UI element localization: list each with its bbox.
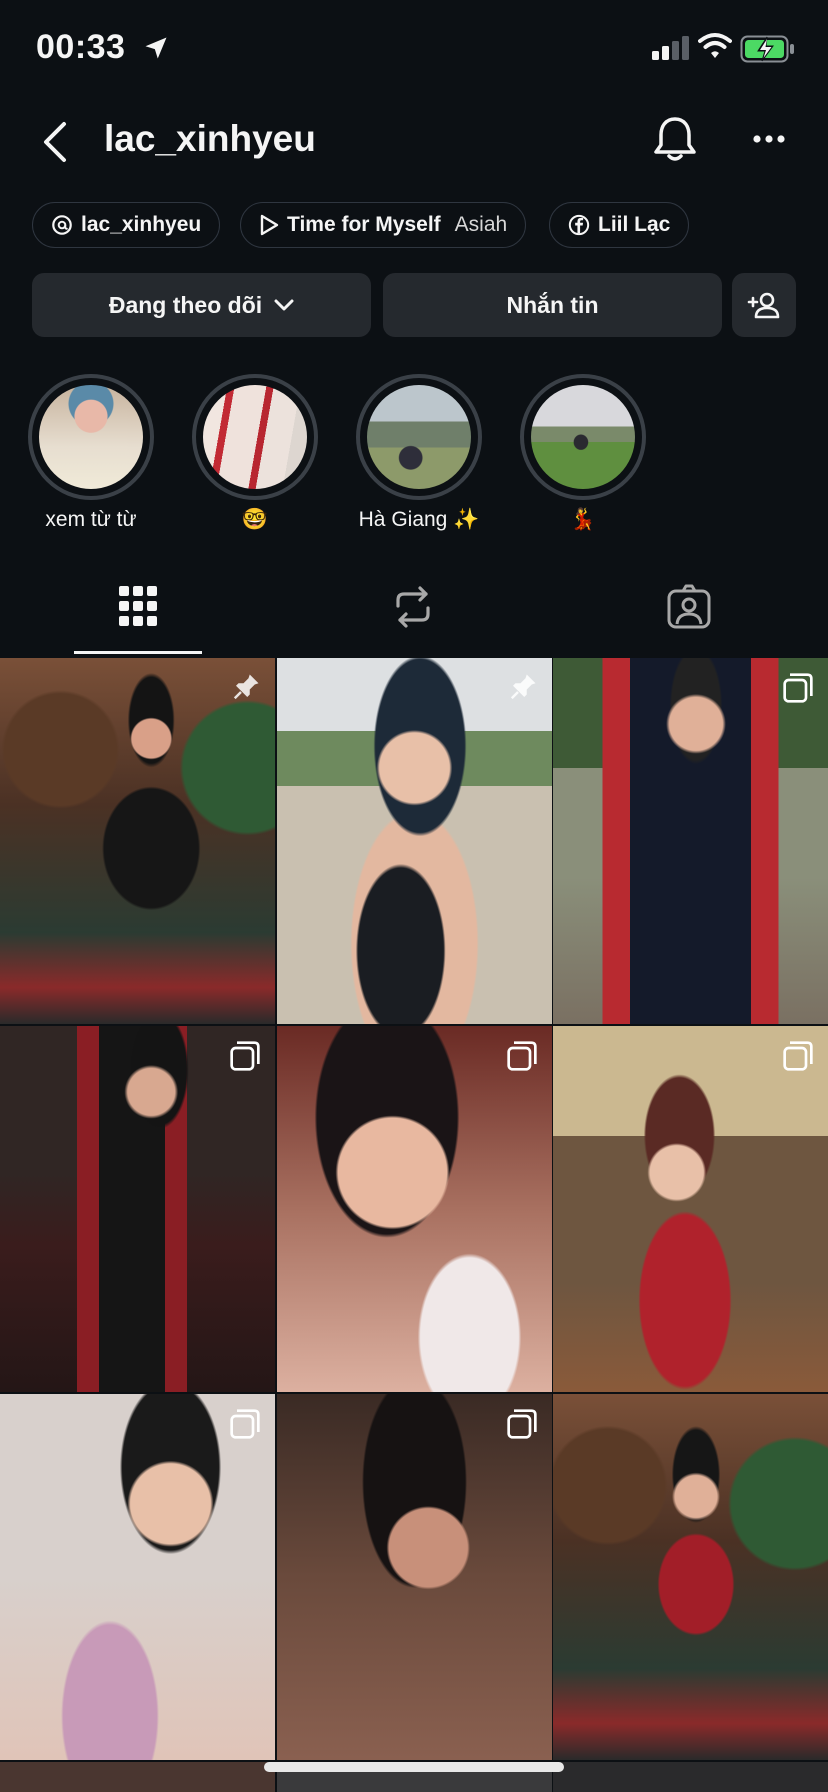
cellular-signal-icon [652, 36, 689, 60]
status-bar: 00:33 [0, 0, 828, 100]
post-thumbnail[interactable] [0, 1762, 275, 1792]
facebook-link-pill[interactable]: Liil Lạc [549, 202, 690, 248]
profile-username: lac_xinhyeu [104, 118, 316, 159]
more-options-icon[interactable] [752, 134, 786, 144]
suggest-user-button[interactable] [732, 273, 796, 337]
facebook-link-label: Liil Lạc [598, 213, 671, 236]
post-thumbnail[interactable] [553, 658, 828, 1024]
chevron-down-icon [274, 299, 294, 311]
message-label: Nhắn tin [506, 291, 599, 318]
highlight-cover [39, 385, 143, 489]
highlight-cover [203, 385, 307, 489]
highlight-label: 🤓 [241, 508, 269, 531]
add-user-icon [747, 292, 780, 319]
carousel-icon [230, 1409, 260, 1439]
home-indicator[interactable] [264, 1762, 564, 1772]
highlight-item[interactable]: Hà Giang ✨ [356, 374, 482, 531]
highlight-ring [520, 374, 646, 500]
post-thumbnail[interactable] [0, 1026, 275, 1392]
following-button[interactable]: Đang theo dõi [32, 273, 371, 337]
music-artist-label: Asiah [454, 213, 508, 236]
highlight-ring [192, 374, 318, 500]
threads-link-label: lac_xinhyeu [81, 213, 202, 236]
active-tab-indicator [74, 651, 202, 654]
status-time: 00:33 [36, 28, 126, 66]
threads-icon [52, 215, 72, 235]
music-link-label: Time for Myself [287, 213, 441, 236]
following-label: Đang theo dõi [108, 291, 263, 318]
post-thumbnail[interactable] [277, 658, 552, 1024]
post-thumbnail[interactable] [553, 1026, 828, 1392]
highlight-ring [356, 374, 482, 500]
post-thumbnail[interactable] [277, 1026, 552, 1392]
notification-bell-icon[interactable] [652, 114, 698, 164]
highlight-label: Hà Giang ✨ [358, 508, 480, 531]
post-thumbnail[interactable] [553, 1394, 828, 1760]
grid-tab-icon[interactable] [118, 584, 158, 628]
message-button[interactable]: Nhắn tin [383, 273, 722, 337]
post-thumbnail[interactable] [553, 1762, 828, 1792]
post-thumbnail[interactable] [0, 658, 275, 1024]
facebook-icon [568, 214, 590, 236]
battery-charging-icon [740, 35, 794, 63]
back-chevron-icon[interactable] [40, 120, 70, 164]
pin-icon [233, 674, 259, 700]
play-icon [260, 214, 279, 236]
location-arrow-icon [145, 37, 167, 59]
post-thumbnail[interactable] [277, 1394, 552, 1760]
tagged-tab-icon[interactable] [666, 584, 712, 630]
highlight-item[interactable]: 🤓 [192, 374, 318, 531]
highlight-item[interactable]: 💃 [520, 374, 646, 531]
carousel-icon [783, 673, 813, 703]
carousel-icon [507, 1041, 537, 1071]
highlight-label: 💃 [569, 508, 597, 531]
carousel-icon [783, 1041, 813, 1071]
post-thumbnail[interactable] [0, 1394, 275, 1760]
music-link-pill[interactable]: Time for Myself Asiah [240, 202, 527, 248]
carousel-icon [507, 1409, 537, 1439]
wifi-icon [698, 33, 732, 58]
carousel-icon [230, 1041, 260, 1071]
pin-icon [510, 674, 536, 700]
threads-link-pill[interactable]: lac_xinhyeu [32, 202, 221, 248]
highlight-cover [531, 385, 635, 489]
highlight-label: xem từ từ [45, 508, 137, 531]
highlight-ring [28, 374, 154, 500]
highlight-item[interactable]: xem từ từ [28, 374, 154, 531]
highlight-cover [367, 385, 471, 489]
reposts-tab-icon[interactable] [392, 584, 434, 630]
